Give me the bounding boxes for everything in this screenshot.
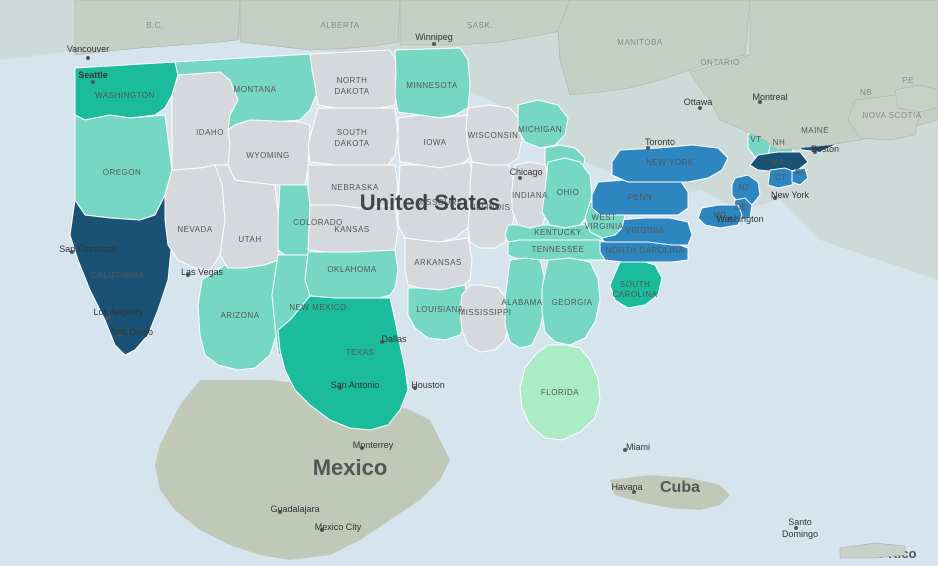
city-dot-miami [623,448,627,452]
state-wy[interactable] [228,120,310,185]
state-nv[interactable] [165,165,225,270]
city-dot-seattle [91,80,95,84]
state-ms[interactable] [460,285,510,352]
state-ny[interactable] [612,145,728,182]
state-mn[interactable] [395,48,470,118]
state-ks[interactable] [308,205,398,252]
state-pa[interactable] [592,178,688,215]
city-dot-houston [413,386,417,390]
city-dot-guadalajara [278,510,282,514]
city-dot-monterrey [360,446,364,450]
state-ct[interactable] [768,168,795,188]
state-sd[interactable] [308,108,398,165]
city-dot-sandiego [118,333,122,337]
city-dot-santodomingo [794,526,798,530]
city-dot-boston [813,150,817,154]
city-dot-ottawa [698,106,702,110]
map-container: WASHINGTON OREGON CALIFORNIA NEVADA IDAH… [0,0,938,566]
state-oh[interactable] [542,158,592,228]
state-mo[interactable] [398,162,475,242]
city-dot-sanantonio [338,386,342,390]
state-ne[interactable] [308,165,398,208]
cuba-label: Cuba [660,479,700,496]
city-dot-lasvegas [186,273,190,277]
city-dot-havana [632,490,636,494]
state-wi[interactable] [466,105,522,165]
state-ok[interactable] [305,250,398,298]
city-dot-toronto [646,146,650,150]
state-ar[interactable] [405,238,472,290]
state-or[interactable] [75,115,172,220]
city-dot-winnipeg [432,42,436,46]
city-dot-chicago [518,176,522,180]
state-az[interactable] [198,260,280,370]
state-md[interactable] [698,205,742,228]
mexico-label: Mexico [313,455,388,480]
city-dot-mexicocity [320,528,324,532]
city-dot-la [106,316,110,320]
city-dot-newyork [773,196,777,200]
city-dot-vancouver [86,56,90,60]
city-dot-dallas [380,340,384,344]
state-nd[interactable] [310,50,398,108]
city-dot-montreal [758,100,762,104]
state-ia[interactable] [398,115,472,168]
city-dot-sf [70,250,74,254]
city-dot-washington [728,216,732,220]
